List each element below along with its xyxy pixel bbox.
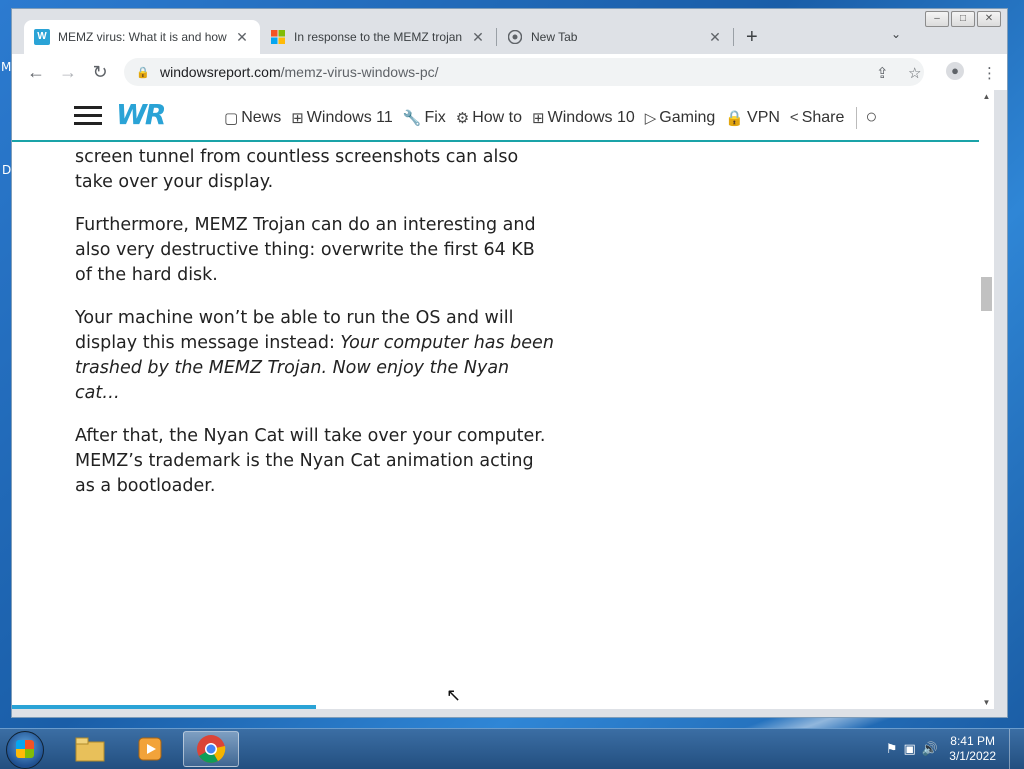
hamburger-menu-icon[interactable] bbox=[74, 106, 102, 126]
tab-memz-response[interactable]: In response to the MEMZ trojan ✕ bbox=[260, 20, 496, 54]
paragraph: Your machine won’t be able to run the OS… bbox=[75, 308, 554, 403]
tab-new-tab[interactable]: New Tab ✕ bbox=[497, 20, 733, 54]
nav-gaming[interactable]: ▷ Gaming bbox=[645, 109, 716, 127]
clock-date: 3/1/2022 bbox=[949, 749, 996, 763]
site-nav: ▢ News ⊞ Windows 11 🔧 Fix ⚙ How to ⊞ Windows … bbox=[224, 106, 877, 129]
news-icon: ▢ bbox=[224, 109, 239, 127]
maximize-button[interactable]: □ bbox=[951, 11, 975, 27]
menu-kebab-icon[interactable]: ⋮ bbox=[982, 64, 997, 82]
url-path: /memz-virus-windows-pc/ bbox=[280, 64, 439, 80]
url-host: windowsreport.com bbox=[160, 64, 281, 80]
media-player-taskbar-button[interactable] bbox=[122, 731, 178, 767]
network-icon[interactable]: ▣ bbox=[904, 741, 916, 757]
windows-icon: ⊞ bbox=[291, 109, 304, 127]
nav-vpn[interactable]: 🔒 VPN bbox=[725, 109, 780, 127]
vertical-scrollbar[interactable]: ▲ ▼ bbox=[979, 90, 994, 709]
close-tab-icon[interactable]: ✕ bbox=[470, 29, 486, 46]
play-icon: ▷ bbox=[644, 109, 657, 127]
windowsreport-favicon-icon: W bbox=[34, 29, 50, 45]
nav-windows-11[interactable]: ⊞ Windows 11 bbox=[291, 109, 393, 127]
new-tab-plus-icon[interactable]: + bbox=[746, 26, 758, 49]
nav-windows-10[interactable]: ⊞ Windows 10 bbox=[532, 109, 635, 127]
media-player-icon bbox=[138, 737, 162, 761]
paragraph: screen tunnel from countless screenshots… bbox=[75, 147, 519, 192]
forward-arrow-icon[interactable]: → bbox=[58, 62, 78, 82]
nav-divider bbox=[856, 106, 858, 129]
lock-icon: 🔒 bbox=[136, 66, 150, 79]
show-desktop-button[interactable] bbox=[1009, 729, 1024, 769]
scroll-down-icon[interactable]: ▼ bbox=[979, 698, 994, 707]
chrome-icon bbox=[197, 735, 226, 763]
nav-how-to[interactable]: ⚙ How to bbox=[456, 109, 522, 127]
article-body: screen tunnel from countless screenshots… bbox=[75, 145, 555, 517]
explorer-taskbar-button[interactable] bbox=[62, 731, 118, 767]
taskbar-clock[interactable]: 8:41 PM 3/1/2022 bbox=[949, 734, 996, 764]
volume-icon[interactable]: 🔊 bbox=[922, 741, 938, 757]
web-page: WR ▢ News ⊞ Windows 11 🔧 Fix ⚙ How to ⊞ Windo… bbox=[12, 90, 994, 709]
clock-time: 8:41 PM bbox=[950, 734, 995, 748]
tab-memz-virus[interactable]: W MEMZ virus: What it is and how t ✕ bbox=[24, 20, 260, 54]
tab-search-chevron-icon[interactable]: ⌄ bbox=[891, 27, 901, 41]
minimize-button[interactable]: – bbox=[925, 11, 949, 27]
paragraph: After that, the Nyan Cat will take over … bbox=[75, 426, 546, 496]
chrome-taskbar-button[interactable] bbox=[183, 731, 239, 767]
tab-title: In response to the MEMZ trojan bbox=[294, 30, 463, 44]
site-header: WR ▢ News ⊞ Windows 11 🔧 Fix ⚙ How to ⊞ Windo… bbox=[12, 90, 994, 142]
paragraph: Furthermore, MEMZ Trojan can do an inter… bbox=[75, 215, 536, 285]
site-logo[interactable]: WR bbox=[116, 98, 166, 131]
reload-icon[interactable]: ↻ bbox=[90, 62, 110, 82]
start-button[interactable] bbox=[6, 731, 44, 769]
profile-avatar-icon[interactable]: ● bbox=[946, 62, 964, 80]
search-icon[interactable]: ○ bbox=[865, 106, 877, 129]
wrench-icon: 🔧 bbox=[402, 109, 422, 127]
close-window-button[interactable]: ✕ bbox=[977, 11, 1001, 27]
taskbar: ⚑ ▣ 🔊 8:41 PM 3/1/2022 bbox=[0, 728, 1024, 769]
bookmark-star-icon[interactable]: ☆ bbox=[908, 64, 921, 82]
back-arrow-icon[interactable]: ← bbox=[26, 62, 46, 82]
nav-news[interactable]: ▢ News bbox=[224, 109, 281, 127]
tab-strip: W MEMZ virus: What it is and how t ✕ In … bbox=[24, 20, 758, 54]
browser-toolbar: ← → ↻ 🔒 windowsreport.com/memz-virus-win… bbox=[12, 54, 1007, 90]
share-page-icon[interactable]: ⇪ bbox=[876, 64, 889, 82]
window-controls: – □ ✕ bbox=[925, 11, 1001, 27]
microsoft-favicon-icon bbox=[270, 29, 286, 45]
tab-title: New Tab bbox=[531, 30, 578, 44]
scroll-up-icon[interactable]: ▲ bbox=[979, 92, 994, 101]
chrome-favicon-icon bbox=[507, 29, 523, 45]
tab-separator bbox=[733, 28, 734, 46]
folder-icon bbox=[75, 737, 105, 762]
close-tab-icon[interactable]: ✕ bbox=[234, 29, 250, 46]
lock-icon: 🔒 bbox=[725, 109, 745, 127]
reading-progress-bar bbox=[12, 705, 316, 709]
gear-icon: ⚙ bbox=[455, 109, 470, 127]
desktop-icon-label[interactable]: M bbox=[1, 60, 11, 74]
windows-logo-icon bbox=[16, 740, 34, 758]
share-icon: < bbox=[789, 109, 799, 126]
system-tray: ⚑ ▣ 🔊 bbox=[886, 741, 938, 757]
chrome-window: – □ ✕ W MEMZ virus: What it is and how t… bbox=[11, 8, 1008, 718]
desktop-icon-label[interactable]: D bbox=[2, 163, 11, 177]
nav-fix[interactable]: 🔧 Fix bbox=[403, 109, 446, 127]
nav-share[interactable]: < Share bbox=[790, 109, 844, 127]
mouse-cursor-icon: ↖ bbox=[446, 685, 462, 705]
scroll-thumb[interactable] bbox=[981, 277, 992, 311]
tab-title: MEMZ virus: What it is and how t bbox=[58, 30, 228, 44]
action-center-flag-icon[interactable]: ⚑ bbox=[886, 741, 898, 757]
close-tab-icon[interactable]: ✕ bbox=[707, 29, 723, 46]
windows-icon: ⊞ bbox=[532, 109, 545, 127]
address-bar[interactable]: 🔒 windowsreport.com/memz-virus-windows-p… bbox=[124, 58, 924, 86]
